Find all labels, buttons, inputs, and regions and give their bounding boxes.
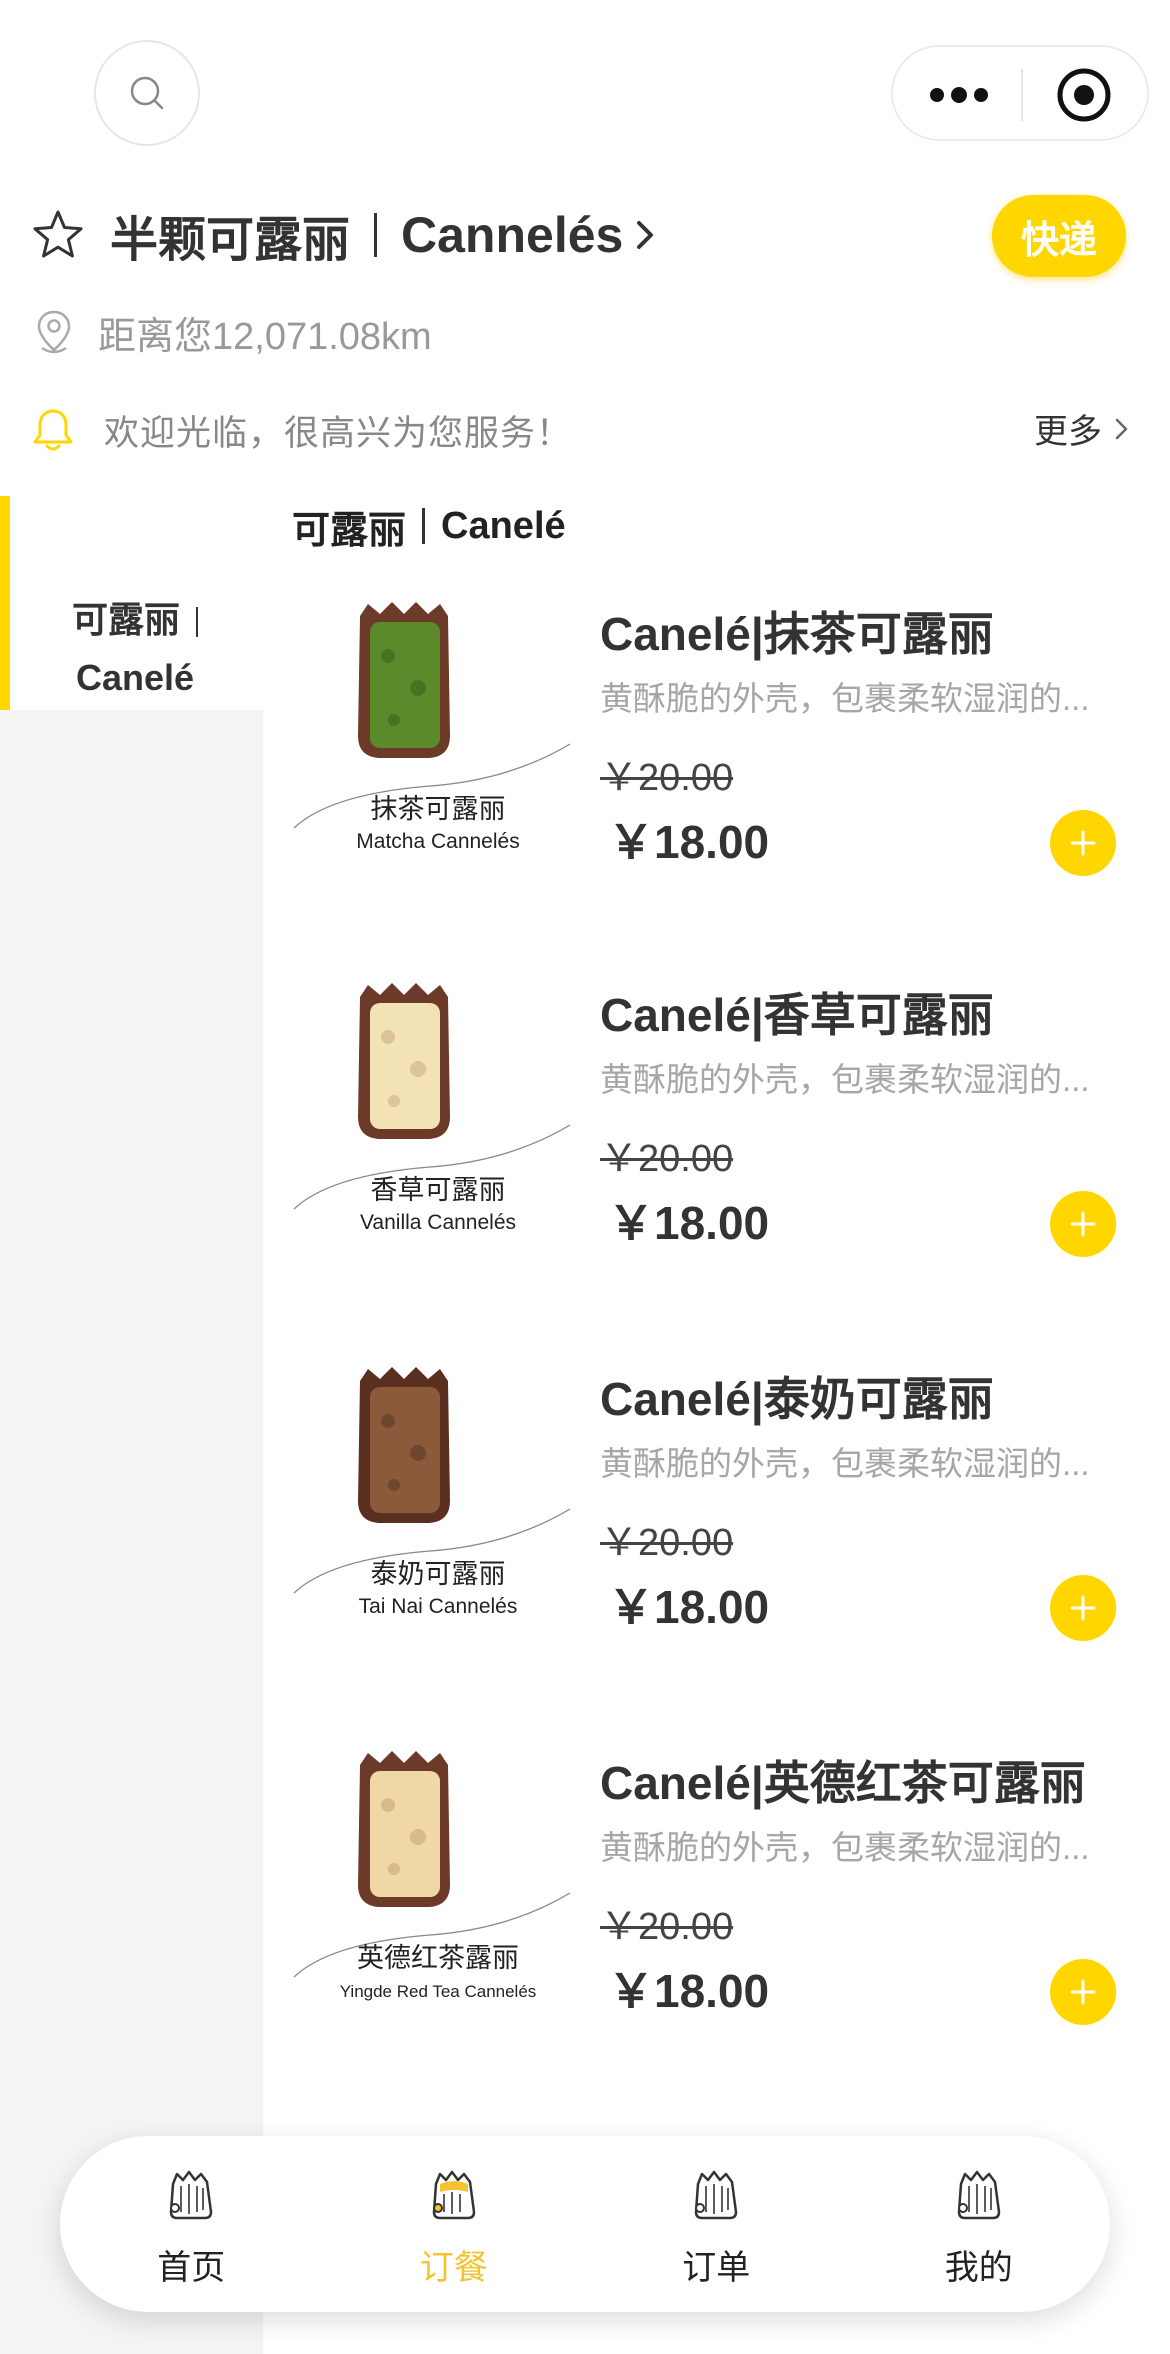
- location-pin-icon: [37, 310, 71, 354]
- page: 半颗可露丽 Cannelés 快递 距离您12,071.08km 欢迎光临，很高…: [0, 0, 1170, 2354]
- product-caption-cn: 抹茶可露丽: [371, 794, 506, 825]
- product-description: 黄酥脆的外壳，包裹柔软湿润的...: [600, 1061, 1090, 1098]
- tab-label: 首页: [157, 2249, 226, 2287]
- active-indicator: [0, 496, 10, 710]
- add-to-cart-button[interactable]: [1050, 1959, 1116, 2025]
- canele-order-icon: [432, 2170, 475, 2220]
- product-image: 泰奶可露丽 Tai Nai Cannelés: [293, 1367, 571, 1618]
- tab-home[interactable]: 首页: [60, 2136, 323, 2312]
- tab-profile[interactable]: 我的: [848, 2136, 1111, 2312]
- tab-label: 我的: [944, 2249, 1013, 2287]
- product-caption-cn: 英德红茶露丽: [357, 1943, 519, 1974]
- shop-header[interactable]: 半颗可露丽 Cannelés: [32, 200, 1142, 270]
- product-crumb: [370, 622, 440, 748]
- plus-icon: [1070, 830, 1096, 856]
- close-miniprogram-button[interactable]: [1056, 67, 1112, 123]
- product-description: 黄酥脆的外壳，包裹柔软湿润的...: [600, 680, 1090, 717]
- product-title: Canelé|香草可露丽: [600, 989, 994, 1041]
- product-description: 黄酥脆的外壳，包裹柔软湿润的...: [600, 1829, 1090, 1866]
- notice-more-link[interactable]: 更多: [1034, 404, 1132, 453]
- distance-text: 距离您12,071.08km: [98, 315, 432, 358]
- category-name-en: Canelé: [441, 504, 566, 547]
- bell-icon: [33, 409, 73, 451]
- add-to-cart-button[interactable]: [1050, 810, 1116, 876]
- product-image: 英德红茶露丽 Yingde Red Tea Cannelés: [293, 1751, 571, 2001]
- product-original-price: ￥20.00: [600, 1522, 734, 1564]
- shop-name-en: Cannelés: [401, 207, 624, 263]
- notice-text: 欢迎光临，很高兴为您服务！: [104, 413, 573, 453]
- more-dots-icon: [930, 87, 988, 103]
- product-original-price: ￥20.00: [600, 1138, 734, 1180]
- sidebar-item-label: 可露丽 Canelé: [20, 591, 250, 707]
- target-icon: [1057, 68, 1111, 122]
- sidebar-item-label-en: Canelé: [75, 657, 195, 698]
- product-card[interactable]: 泰奶可露丽 Tai Nai Cannelés Canelé|泰奶可露丽 黄酥脆的…: [290, 1361, 1150, 1691]
- product-card[interactable]: 英德红茶露丽 Yingde Red Tea Cannelés Canelé|英德…: [290, 1745, 1150, 2075]
- product-image: 抹茶可露丽 Matcha Cannelés: [293, 602, 571, 853]
- plus-icon: [1070, 1595, 1096, 1621]
- category-sidebar: 可露丽 Canelé: [0, 496, 263, 2354]
- add-to-cart-button[interactable]: [1050, 1191, 1116, 1257]
- product-price: ￥18.00: [608, 1965, 770, 2017]
- sidebar-item-label-cn: 可露丽: [20, 591, 250, 649]
- product-title: Canelé|英德红茶可露丽: [600, 1757, 1086, 1809]
- product-image: 香草可露丽 Vanilla Cannelés: [293, 983, 571, 1234]
- product-price: ￥18.00: [608, 1197, 770, 1249]
- more-options-button[interactable]: [927, 75, 991, 115]
- product-card[interactable]: 抹茶可露丽 Matcha Cannelés Canelé|抹茶可露丽 黄酥脆的外…: [290, 596, 1150, 926]
- chevron-right-icon: [1115, 418, 1128, 439]
- plus-icon: [1070, 1211, 1096, 1237]
- tab-order-food[interactable]: 订餐: [323, 2136, 586, 2312]
- plus-icon: [1070, 1979, 1096, 2005]
- sidebar-item-canele[interactable]: 可露丽 Canelé: [0, 496, 263, 710]
- category-heading: 可露丽 Canelé: [292, 498, 566, 554]
- product-price: ￥18.00: [608, 816, 770, 868]
- product-title: Canelé|泰奶可露丽: [600, 1373, 994, 1425]
- category-divider: [422, 508, 426, 544]
- shop-name: 半颗可露丽: [110, 214, 351, 267]
- distance-row: 距离您12,071.08km: [34, 300, 432, 364]
- canele-home-icon: [170, 2170, 213, 2220]
- product-caption-en: Vanilla Cannelés: [360, 1211, 516, 1234]
- product-caption-cn: 泰奶可露丽: [371, 1559, 506, 1590]
- star-icon[interactable]: [32, 209, 84, 261]
- tab-orders[interactable]: 订单: [585, 2136, 848, 2312]
- capsule-divider: [1021, 69, 1023, 121]
- tab-label: 订单: [682, 2249, 751, 2287]
- product-crumb: [370, 1387, 440, 1513]
- product-caption-en: Matcha Cannelés: [356, 830, 519, 853]
- express-delivery-button[interactable]: 快递: [992, 195, 1126, 277]
- product-original-price: ￥20.00: [600, 757, 734, 799]
- tab-label: 订餐: [419, 2249, 488, 2287]
- product-caption-en: Tai Nai Cannelés: [359, 1595, 518, 1618]
- notice-more-label: 更多: [1034, 413, 1102, 451]
- search-icon: [130, 76, 164, 110]
- product-description: 黄酥脆的外壳，包裹柔软湿润的...: [600, 1445, 1090, 1482]
- product-title: Canelé|抹茶可露丽: [600, 608, 994, 660]
- product-caption-en: Yingde Red Tea Cannelés: [340, 1982, 537, 2001]
- product-price: ￥18.00: [608, 1581, 770, 1633]
- shop-name-divider: [374, 213, 378, 257]
- product-crumb: [370, 1003, 440, 1129]
- product-crumb: [370, 1771, 440, 1897]
- product-card[interactable]: 香草可露丽 Vanilla Cannelés Canelé|香草可露丽 黄酥脆的…: [290, 977, 1150, 1307]
- notice-bar: 欢迎光临，很高兴为您服务！ 更多: [32, 398, 1132, 462]
- miniprogram-capsule: [891, 45, 1149, 141]
- chevron-right-icon: [637, 221, 654, 249]
- add-to-cart-button[interactable]: [1050, 1575, 1116, 1641]
- bottom-tab-bar: 首页 订餐 订单 我的: [60, 2136, 1110, 2312]
- search-button[interactable]: [94, 40, 200, 146]
- category-name-cn: 可露丽: [292, 509, 407, 552]
- canele-orders-icon: [695, 2170, 738, 2220]
- product-caption-cn: 香草可露丽: [371, 1175, 506, 1206]
- canele-profile-icon: [957, 2170, 1000, 2220]
- product-original-price: ￥20.00: [600, 1906, 734, 1948]
